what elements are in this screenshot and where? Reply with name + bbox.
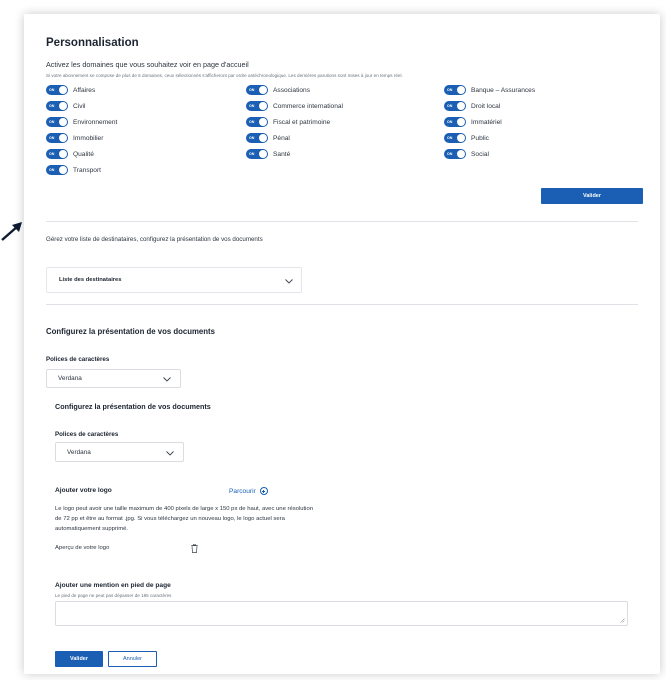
toggle-switch[interactable]: ON	[46, 133, 68, 143]
logo-description: Le logo peut avoir une taille maximum de…	[55, 506, 314, 532]
presentation-heading: Configurez la présentation de vos docume…	[46, 327, 215, 336]
footer-hint: Le pied de page ne peut pas dépasser de …	[55, 593, 172, 598]
domain-toggle-commerce-international[interactable]: ON Commerce international	[246, 100, 343, 112]
domain-label: Santé	[273, 150, 291, 158]
domain-label: Banque – Assurances	[471, 86, 536, 94]
domain-toggle-penal[interactable]: ON Pénal	[246, 132, 290, 144]
domain-label: Fiscal et patrimoine	[273, 118, 331, 126]
toggle-switch[interactable]: ON	[46, 165, 68, 175]
footer-heading: Ajouter une mention en pied de page	[55, 582, 171, 589]
domain-label: Social	[471, 150, 489, 158]
font-label: Polices de caractères	[46, 356, 110, 363]
toggle-switch[interactable]: ON	[246, 117, 268, 127]
browse-logo-link[interactable]: Parcourir	[229, 487, 268, 495]
toggle-switch[interactable]: ON	[444, 149, 466, 159]
toggle-switch[interactable]: ON	[246, 133, 268, 143]
nested-font-select[interactable]: Verdana	[55, 442, 184, 462]
domain-toggle-immateriel[interactable]: ON Immatériel	[444, 116, 502, 128]
toggle-switch[interactable]: ON	[246, 149, 268, 159]
domain-label: Commerce international	[273, 102, 343, 110]
domain-label: Droit local	[471, 102, 501, 110]
toggle-switch[interactable]: ON	[46, 117, 68, 127]
add-circle-icon	[259, 487, 268, 495]
domain-toggle-fiscal-patrimoine[interactable]: ON Fiscal et patrimoine	[246, 116, 330, 128]
toggle-switch[interactable]: ON	[246, 85, 268, 95]
valider-domains-button[interactable]: Valider	[541, 188, 643, 204]
domain-label: Affaires	[73, 86, 96, 94]
toggle-switch[interactable]: ON	[444, 133, 466, 143]
chevron-down-icon	[166, 451, 174, 456]
domain-label: Immatériel	[471, 118, 502, 126]
domain-toggle-transport[interactable]: ON Transport	[46, 164, 101, 176]
toggle-switch[interactable]: ON	[46, 85, 68, 95]
toggle-switch[interactable]: ON	[444, 117, 466, 127]
domain-toggle-immobilier[interactable]: ON Immobilier	[46, 132, 103, 144]
nested-presentation-heading: Configurez la présentation de vos docume…	[55, 402, 211, 411]
resize-handle-icon[interactable]	[620, 618, 625, 623]
domain-toggle-civil[interactable]: ON Civil	[46, 100, 85, 112]
domains-subtitle: Activez les domaines que vous souhaitez …	[46, 60, 249, 69]
domain-toggle-droit-local[interactable]: ON Droit local	[444, 100, 500, 112]
toggle-switch[interactable]: ON	[46, 149, 68, 159]
personalisation-panel: Personnalisation Activez les domaines qu…	[24, 14, 660, 674]
annuler-button[interactable]: Annuler	[108, 651, 157, 667]
logo-heading: Ajouter votre logo	[55, 487, 112, 494]
section-divider	[46, 304, 638, 305]
toggle-switch[interactable]: ON	[444, 101, 466, 111]
section-divider	[46, 221, 638, 222]
font-select-value: Verdana	[67, 448, 91, 456]
domain-toggle-sante[interactable]: ON Santé	[246, 148, 290, 160]
logo-preview-label: Aperçu de votre logo	[55, 545, 110, 551]
domain-toggle-affaires[interactable]: ON Affaires	[46, 84, 95, 96]
toggle-switch[interactable]: ON	[444, 85, 466, 95]
font-select-value: Verdana	[58, 375, 82, 382]
domains-note: Si votre abonnement se compose de plus d…	[46, 73, 403, 78]
domain-label: Environnement	[73, 118, 118, 126]
domain-label: Civil	[73, 102, 86, 110]
nested-font-label: Polices de caractères	[55, 431, 119, 438]
domain-label: Immobilier	[73, 134, 104, 142]
domain-label: Public	[471, 134, 489, 142]
domain-toggle-environnement[interactable]: ON Environnement	[46, 116, 117, 128]
valider-button[interactable]: Valider	[55, 651, 103, 667]
accordion-label: Liste des destinataires	[59, 277, 122, 283]
domain-toggle-qualite[interactable]: ON Qualité	[46, 148, 94, 160]
trash-icon[interactable]	[191, 544, 198, 553]
domain-label: Associations	[273, 86, 311, 94]
chevron-down-icon	[285, 279, 293, 284]
font-select[interactable]: Verdana	[46, 369, 181, 388]
domain-toggle-associations[interactable]: ON Associations	[246, 84, 310, 96]
toggle-switch[interactable]: ON	[246, 101, 268, 111]
footer-mention-textarea[interactable]	[55, 601, 628, 626]
pointer-arrow-icon	[1, 222, 22, 241]
domain-label: Qualité	[73, 150, 94, 158]
page-title: Personnalisation	[46, 37, 139, 49]
chevron-down-icon	[163, 377, 171, 382]
recipients-intro: Gérez votre liste de destinataires, conf…	[46, 236, 263, 243]
domain-toggle-grid: ON Affaires ON Associations ON Banque – …	[46, 84, 646, 194]
toggle-switch[interactable]: ON	[46, 101, 68, 111]
domain-toggle-banque-assurances[interactable]: ON Banque – Assurances	[444, 84, 535, 96]
domain-toggle-public[interactable]: ON Public	[444, 132, 489, 144]
domain-toggle-social[interactable]: ON Social	[444, 148, 489, 160]
browse-label: Parcourir	[229, 487, 256, 495]
domain-label: Pénal	[273, 134, 290, 142]
recipients-accordion[interactable]: Liste des destinataires	[46, 267, 302, 293]
domain-label: Transport	[73, 166, 101, 174]
